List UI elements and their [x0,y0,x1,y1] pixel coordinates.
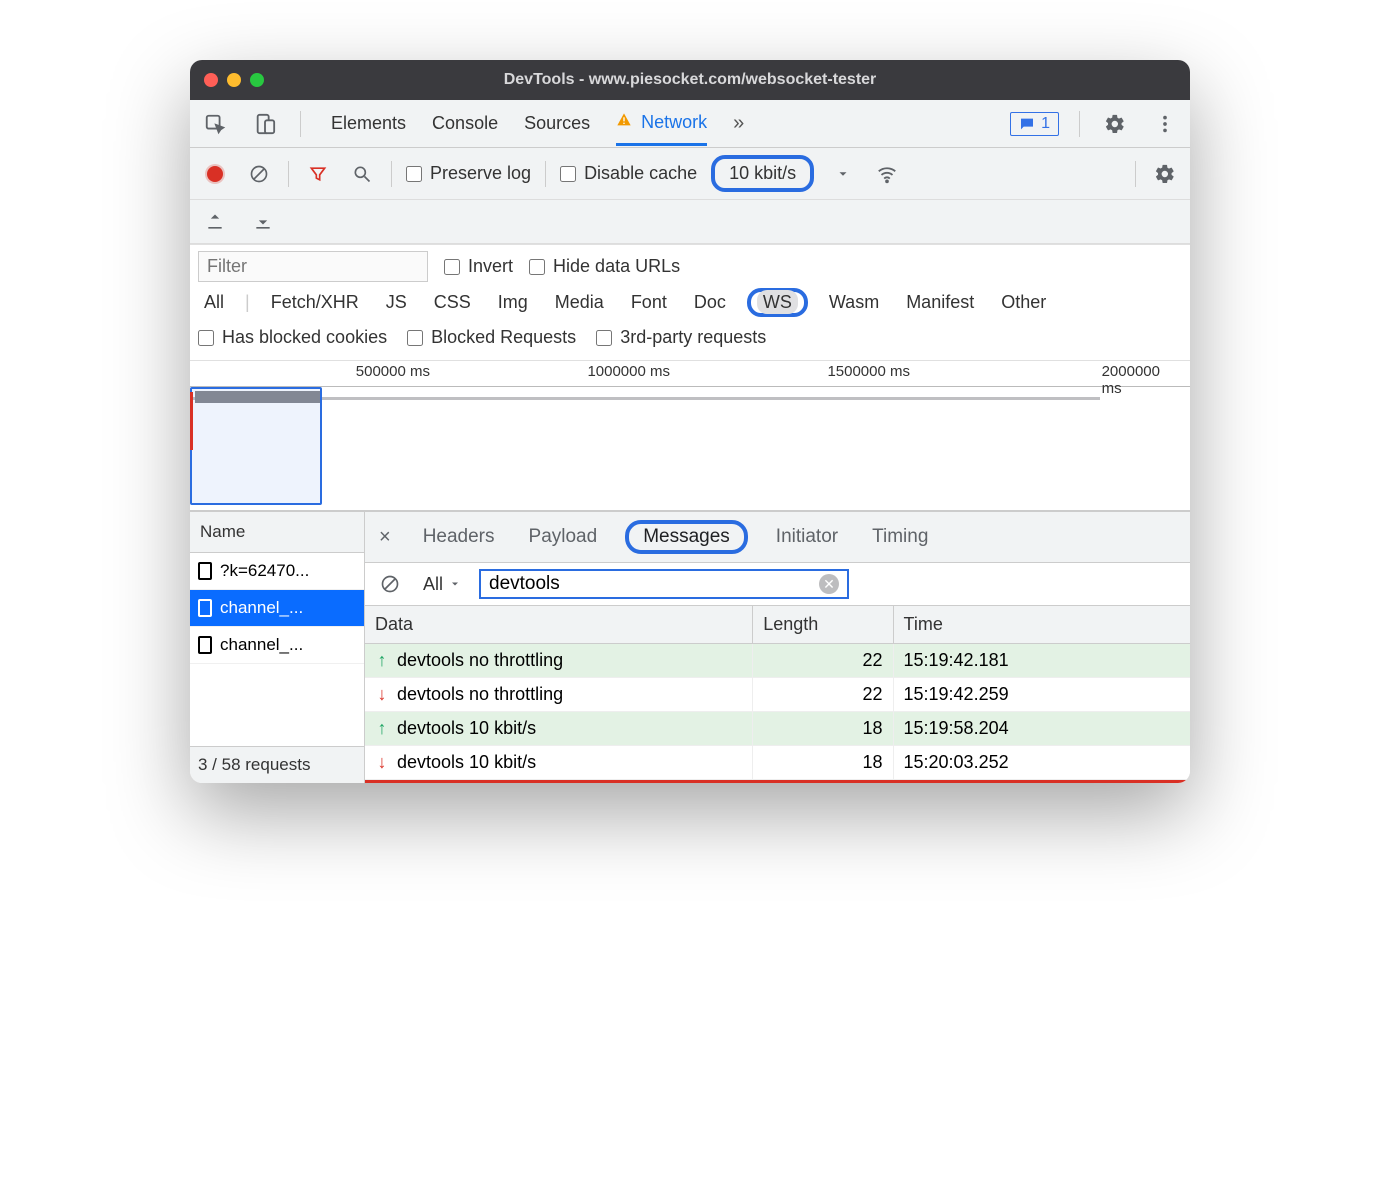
message-row[interactable]: ↓devtools 10 kbit/s1815:20:03.252 [365,746,1190,780]
messages-table: Data Length Time ↑devtools no throttling… [365,606,1190,780]
arrow-down-icon: ↓ [375,684,389,705]
filter-js[interactable]: JS [380,290,413,315]
settings-icon[interactable] [1100,109,1130,139]
detail-tab-headers[interactable]: Headers [417,522,501,552]
filter-media[interactable]: Media [549,290,610,315]
message-search-input[interactable]: ✕ [479,569,849,599]
filter-font[interactable]: Font [625,290,673,315]
issues-badge[interactable]: 1 [1010,112,1059,136]
detail-tab-messages[interactable]: Messages [637,522,736,551]
har-toolbar [190,200,1190,244]
arrow-up-icon: ↑ [375,718,389,739]
blocked-requests-checkbox[interactable]: Blocked Requests [407,327,576,348]
hide-data-urls-checkbox[interactable]: Hide data URLs [529,256,680,277]
tab-elements[interactable]: Elements [331,103,406,144]
requests-list: Name ?k=62470... channel_... channel_...… [190,512,365,783]
tab-network[interactable]: Network [616,102,707,146]
window-title: DevTools - www.piesocket.com/websocket-t… [190,71,1190,89]
detail-tab-payload[interactable]: Payload [523,522,604,552]
warning-icon [616,112,632,128]
message-row[interactable]: ↑devtools 10 kbit/s1815:19:58.204 [365,712,1190,746]
messages-highlight: Messages [625,520,748,554]
file-icon [198,636,212,654]
inspect-element-icon[interactable] [200,109,230,139]
recording-marker [365,780,1190,783]
message-row[interactable]: ↑devtools no throttling2215:19:42.181 [365,644,1190,678]
panel-tabs: Elements Console Sources Network » [331,102,744,146]
col-length[interactable]: Length [753,606,893,644]
file-icon [198,599,212,617]
overview-timeline[interactable]: 500000 ms 1000000 ms 1500000 ms 2000000 … [190,361,1190,511]
third-party-checkbox[interactable]: 3rd-party requests [596,327,766,348]
titlebar: DevTools - www.piesocket.com/websocket-t… [190,60,1190,100]
filter-wasm[interactable]: Wasm [823,290,885,315]
arrow-up-icon: ↑ [375,650,389,671]
filter-all[interactable]: All [198,290,230,315]
devtools-window: DevTools - www.piesocket.com/websocket-t… [190,60,1190,783]
record-button[interactable] [200,159,230,189]
arrow-down-icon: ↓ [375,752,389,773]
export-har-icon[interactable] [248,207,278,237]
clear-button[interactable] [244,159,274,189]
import-har-icon[interactable] [200,207,230,237]
col-time[interactable]: Time [893,606,1190,644]
clear-messages-icon[interactable] [375,569,405,599]
main-toolbar: Elements Console Sources Network » 1 [190,100,1190,148]
request-detail-pane: × Headers Payload Messages Initiator Tim… [365,512,1190,783]
search-icon[interactable] [347,159,377,189]
file-icon [198,562,212,580]
blocked-cookies-checkbox[interactable]: Has blocked cookies [198,327,387,348]
more-tabs-button[interactable]: » [733,112,744,135]
device-toolbar-icon[interactable] [250,109,280,139]
disable-cache-checkbox[interactable]: Disable cache [560,163,697,184]
requests-split: Name ?k=62470... channel_... channel_...… [190,511,1190,783]
kebab-menu-icon[interactable] [1150,109,1180,139]
filter-ws-highlight: WS [747,288,808,317]
request-row[interactable]: channel_... [190,627,364,664]
timeline-tick: 1500000 ms [827,363,910,380]
message-direction-filter[interactable]: All [417,572,467,597]
filter-fetch-xhr[interactable]: Fetch/XHR [265,290,365,315]
detail-tabs: × Headers Payload Messages Initiator Tim… [365,512,1190,563]
filter-icon[interactable] [303,159,333,189]
network-toolbar: Preserve log Disable cache 10 kbit/s [190,148,1190,200]
requests-header: Name [190,512,364,553]
preserve-log-checkbox[interactable]: Preserve log [406,163,531,184]
filter-input[interactable] [198,251,428,282]
filter-css[interactable]: CSS [428,290,477,315]
tab-console[interactable]: Console [432,103,498,144]
detail-tab-timing[interactable]: Timing [866,522,934,552]
col-data[interactable]: Data [365,606,753,644]
network-settings-icon[interactable] [1150,159,1180,189]
tab-sources[interactable]: Sources [524,103,590,144]
message-row[interactable]: ↓devtools no throttling2215:19:42.259 [365,678,1190,712]
requests-status: 3 / 58 requests [190,746,364,783]
detail-tab-initiator[interactable]: Initiator [770,522,844,552]
request-row[interactable]: channel_... [190,590,364,627]
filter-doc[interactable]: Doc [688,290,732,315]
timeline-tick: 500000 ms [356,363,430,380]
filter-img[interactable]: Img [492,290,534,315]
filter-manifest[interactable]: Manifest [900,290,980,315]
throttling-dropdown-icon[interactable] [828,159,858,189]
timeline-tick: 1000000 ms [587,363,670,380]
request-row[interactable]: ?k=62470... [190,553,364,590]
filter-section: Invert Hide data URLs All | Fetch/XHR JS… [190,244,1190,361]
message-filter-bar: All ✕ [365,563,1190,606]
clear-search-icon[interactable]: ✕ [819,574,839,594]
filter-other[interactable]: Other [995,290,1052,315]
close-detail-icon[interactable]: × [375,526,395,549]
throttling-selector[interactable]: 10 kbit/s [711,155,814,192]
invert-checkbox[interactable]: Invert [444,256,513,277]
filter-ws[interactable]: WS [757,290,798,314]
resource-type-filter: All | Fetch/XHR JS CSS Img Media Font Do… [198,288,1182,317]
network-conditions-icon[interactable] [872,159,902,189]
